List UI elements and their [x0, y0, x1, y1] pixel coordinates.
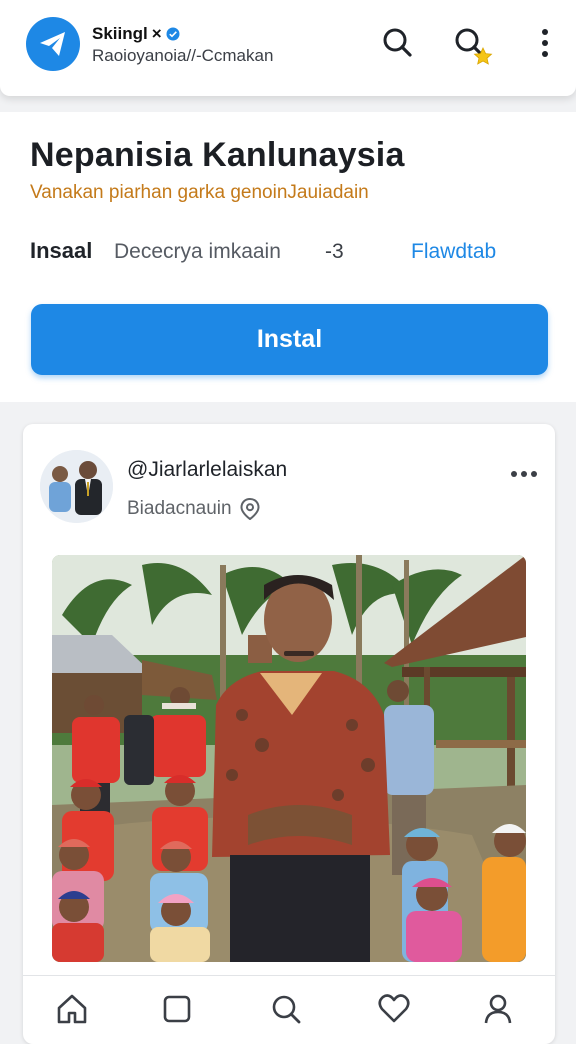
page-title: Nepanisia Kanlunaysia — [30, 136, 405, 174]
meta-description: Dececrya imkaain — [114, 240, 281, 263]
profile-icon[interactable] — [481, 992, 515, 1026]
top-app-bar: Skiingl × Raoioyanoia//-Ccmakan — [0, 0, 576, 96]
more-vertical-icon[interactable] — [528, 24, 562, 60]
post-photo[interactable] — [52, 555, 526, 962]
bottom-navigation — [23, 975, 555, 1024]
app-name-text: Skiingl — [92, 24, 148, 43]
post-location-text: Biadacnauin — [127, 498, 232, 519]
post-username[interactable]: @Jiarlarlelaiskan — [127, 458, 287, 482]
avatar[interactable] — [40, 450, 113, 523]
app-subtitle: Raoioyanoia//-Ccmakan — [92, 46, 274, 65]
page-subtitle: Vanakan piarhan garka genoinJauiadain — [30, 182, 369, 203]
verified-badge-icon — [166, 27, 180, 41]
app-name-suffix: × — [151, 24, 162, 43]
app-info-section: Nepanisia Kanlunaysia Vanakan piarhan ga… — [0, 112, 576, 402]
install-button[interactable]: Instal — [31, 304, 548, 375]
post-card: @Jiarlarlelaiskan Biadacnauin — [23, 424, 555, 1044]
search-icon[interactable] — [269, 992, 303, 1026]
post-photo-illustration — [52, 555, 526, 962]
home-icon[interactable] — [55, 992, 89, 1026]
meta-link[interactable]: Flawdtab — [411, 240, 496, 264]
search-starred-icon[interactable] — [451, 24, 495, 68]
meta-row: Insaal Dececrya imkaain -3 Flawdtab — [30, 238, 550, 268]
app-name: Skiingl × — [92, 24, 180, 44]
meta-label: Insaal — [30, 238, 93, 263]
meta-count: -3 — [325, 240, 344, 263]
location-pin-icon — [240, 498, 260, 520]
heart-icon[interactable] — [377, 992, 411, 1026]
post-location[interactable]: Biadacnauin — [127, 498, 260, 520]
search-icon[interactable] — [379, 24, 415, 60]
telegram-logo-icon[interactable] — [26, 17, 80, 71]
more-horizontal-icon[interactable] — [509, 468, 539, 480]
square-icon[interactable] — [160, 992, 194, 1026]
